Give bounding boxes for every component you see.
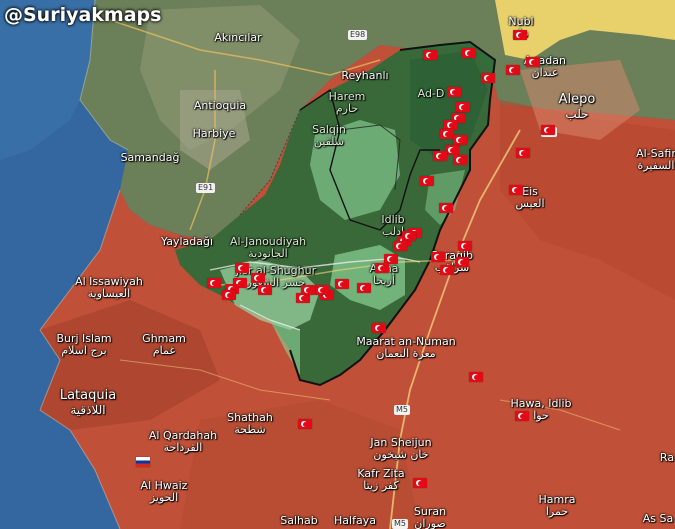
turkish-flag-icon[interactable] — [506, 65, 520, 75]
turkish-flag-icon[interactable] — [440, 129, 454, 139]
city-label-al-issawiyah[interactable]: Al Issawiyah العيساوية — [75, 276, 143, 300]
city-label-shathah[interactable]: Shathah شطحة — [227, 412, 273, 436]
turkish-flag-icon[interactable] — [423, 50, 437, 60]
turkish-flag-icon[interactable] — [456, 102, 470, 112]
highway-e98: E98 — [348, 30, 368, 40]
turkish-flag-icon[interactable] — [455, 257, 469, 267]
turkish-flag-icon[interactable] — [453, 135, 467, 145]
turkish-flag-icon[interactable] — [402, 231, 416, 241]
city-label-lataquia[interactable]: Lataquia اللاذقية — [60, 389, 116, 418]
turkish-flag-icon[interactable] — [469, 372, 483, 382]
turkish-flag-icon[interactable] — [420, 176, 434, 186]
city-label-halfaya[interactable]: Halfaya — [334, 515, 376, 527]
city-label-ghmam[interactable]: Ghmam غمام — [142, 333, 186, 357]
russian-flag-icon[interactable] — [136, 457, 150, 467]
city-label-reyhanli[interactable]: Reyhanlı — [341, 70, 388, 82]
city-label-as-sa[interactable]: As Sa — [643, 513, 673, 525]
turkish-flag-icon[interactable] — [372, 323, 386, 333]
turkish-flag-icon[interactable] — [515, 411, 529, 421]
turkish-flag-icon[interactable] — [431, 252, 445, 262]
city-label-aleppo[interactable]: Alepo حلب — [559, 93, 596, 122]
highway-m5-south: M5 — [394, 405, 410, 415]
city-label-al-qardahah[interactable]: Al Qardahah القرداحة — [149, 430, 217, 454]
city-label-antioquia[interactable]: Antioquia — [194, 100, 246, 112]
turkish-flag-icon[interactable] — [526, 57, 540, 67]
highway-m5-bottom: M5 — [392, 519, 408, 529]
turkish-flag-icon[interactable] — [393, 241, 407, 251]
city-label-jan-sheijun[interactable]: Jan Sheijun خان شيخون — [370, 437, 431, 461]
turkish-flag-icon[interactable] — [481, 73, 495, 83]
turkish-flag-icon[interactable] — [222, 290, 236, 300]
turkish-flag-icon[interactable] — [413, 478, 427, 488]
city-label-yayladagi[interactable]: Yayladağı — [161, 236, 213, 248]
turkish-flag-icon[interactable] — [357, 283, 371, 293]
city-label-al-janoudiyah[interactable]: Al-Janoudiyah الجانودية — [230, 236, 306, 260]
city-label-samandag[interactable]: Samandağ — [121, 152, 180, 164]
turkish-flag-icon[interactable] — [433, 151, 447, 161]
turkish-flag-icon[interactable] — [516, 148, 530, 158]
turkish-flag-icon[interactable] — [235, 263, 249, 273]
city-label-salhab[interactable]: Salhab — [280, 515, 317, 527]
city-label-burj-islam[interactable]: Burj Islam برج اسلام — [56, 333, 111, 357]
turkish-flag-icon[interactable] — [439, 203, 453, 213]
turkish-flag-icon[interactable] — [298, 419, 312, 429]
city-label-akincilar[interactable]: Akıncılar — [214, 32, 261, 44]
city-label-al-safira[interactable]: Al-Safir السفيرة — [636, 148, 675, 172]
turkish-flag-icon[interactable] — [251, 273, 265, 283]
turkish-flag-icon[interactable] — [445, 145, 459, 155]
city-label-al-hwaiz[interactable]: Al Hwaiz الحويز — [141, 480, 188, 504]
turkish-flag-icon[interactable] — [258, 285, 272, 295]
turkish-flag-icon[interactable] — [453, 155, 467, 165]
turkish-flag-icon[interactable] — [447, 87, 461, 97]
city-label-harem[interactable]: Harem حارم — [329, 91, 366, 115]
highway-e91: E91 — [196, 183, 216, 193]
turkish-flag-icon[interactable] — [513, 30, 527, 40]
turkish-flag-icon[interactable] — [458, 241, 472, 251]
turkish-flag-icon[interactable] — [207, 278, 221, 288]
turkish-flag-icon[interactable] — [541, 125, 555, 135]
map-canvas[interactable]: @Suriyakmaps E98 E91 M5 M5 M5 Nublنبل An… — [0, 0, 675, 529]
turkish-flag-icon[interactable] — [375, 263, 389, 273]
turkish-flag-icon[interactable] — [509, 185, 523, 195]
turkish-flag-icon[interactable] — [335, 279, 349, 289]
city-label-kafr-zita[interactable]: Kafr Zita كفر زيتا — [357, 468, 404, 492]
turkish-flag-icon[interactable] — [462, 48, 476, 58]
city-label-maarat-an-numan[interactable]: Maarat an-Numan معرة النعمان — [356, 336, 455, 360]
turkish-flag-icon[interactable] — [301, 285, 315, 295]
city-label-harbiye[interactable]: Harbiye — [193, 128, 236, 140]
map-terrain — [0, 0, 675, 529]
watermark: @Suriyakmaps — [4, 4, 162, 26]
turkish-flag-icon[interactable] — [440, 265, 454, 275]
city-label-suran[interactable]: Suran صوران — [414, 506, 446, 529]
turkish-flag-icon[interactable] — [315, 285, 329, 295]
city-label-salqin[interactable]: Salqin سلقين — [312, 124, 346, 148]
city-label-hamra[interactable]: Hamra حمرا — [539, 494, 576, 518]
city-label-ra[interactable]: Ra — [660, 452, 674, 464]
city-label-ad-d[interactable]: Ad-D — [418, 88, 445, 100]
